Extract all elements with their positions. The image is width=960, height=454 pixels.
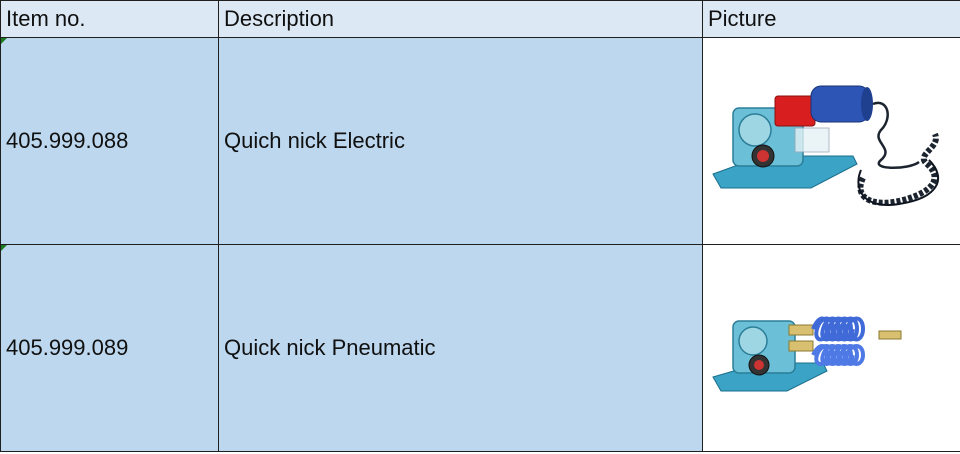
header-picture[interactable]: Picture xyxy=(702,0,960,38)
item-no-value: 405.999.088 xyxy=(6,128,129,153)
header-description[interactable]: Description xyxy=(218,0,703,38)
item-no-value: 405.999.089 xyxy=(6,335,129,360)
picture-cell[interactable] xyxy=(702,37,960,245)
description-cell[interactable]: Quich nick Electric xyxy=(218,37,703,245)
table-row: 405.999.088 Quich nick Electric xyxy=(0,37,960,245)
product-table: Item no. Description Picture 405.999.088… xyxy=(0,0,960,452)
comment-indicator-icon xyxy=(1,38,7,44)
picture-cell[interactable] xyxy=(702,244,960,452)
description-value: Quick nick Pneumatic xyxy=(224,335,436,360)
header-item-no[interactable]: Item no. xyxy=(0,0,219,38)
description-value: Quich nick Electric xyxy=(224,128,405,153)
table-row: 405.999.089 Quick nick Pneumatic xyxy=(0,244,960,452)
pneumatic-nick-tool-icon xyxy=(712,316,902,392)
description-cell[interactable]: Quick nick Pneumatic xyxy=(218,244,703,452)
spreadsheet: Item no. Description Picture 405.999.088… xyxy=(0,0,960,454)
comment-indicator-icon xyxy=(1,245,7,251)
item-no-cell[interactable]: 405.999.089 xyxy=(0,244,219,452)
header-row: Item no. Description Picture xyxy=(0,0,960,38)
item-no-cell[interactable]: 405.999.088 xyxy=(0,37,219,245)
electric-nick-tool-icon xyxy=(712,85,940,207)
